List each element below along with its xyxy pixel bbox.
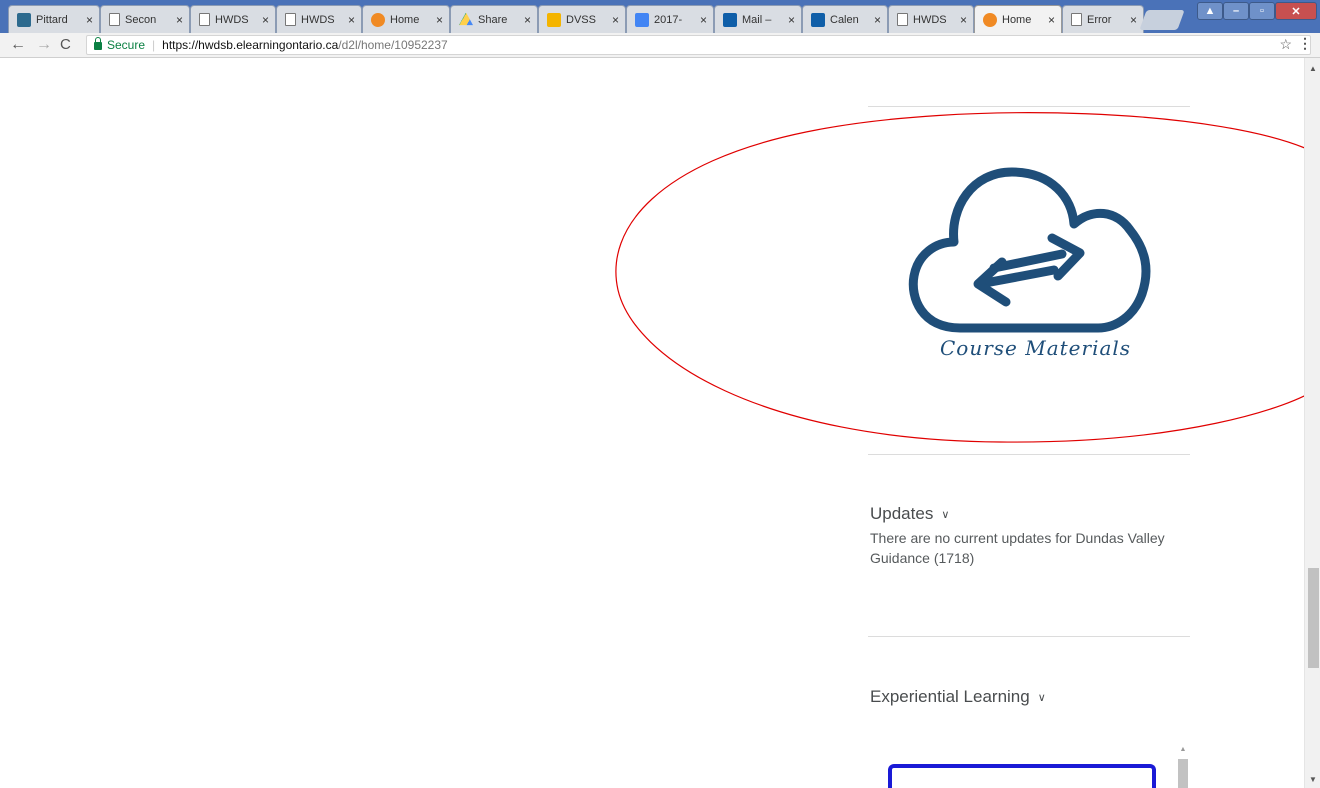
close-icon[interactable]: × — [262, 13, 269, 27]
outlook-icon — [811, 12, 825, 27]
drive-icon — [459, 12, 473, 26]
separator: | — [152, 38, 156, 52]
tab-label: Error — [1087, 13, 1112, 26]
tab-hwds-1[interactable]: HWDS × — [190, 5, 276, 33]
updates-title[interactable]: Updates ∨ — [870, 504, 949, 524]
page-icon — [285, 13, 296, 26]
tab-label: Share — [478, 13, 508, 26]
tab-calendar[interactable]: Calen × — [802, 5, 888, 33]
tab-home-1[interactable]: Home × — [362, 5, 450, 33]
tab-label: HWDS — [913, 13, 947, 26]
tab-label: Mail – — [742, 13, 772, 26]
url-host: https://hwdsb.elearningontario.ca — [162, 38, 339, 52]
page-icon — [897, 13, 908, 26]
tab-label: DVSS — [566, 13, 596, 26]
close-icon[interactable]: × — [1048, 13, 1055, 27]
pinterest-icon — [17, 12, 31, 27]
slides-icon — [547, 12, 561, 27]
tab-label: Home — [1002, 14, 1032, 26]
new-tab-button[interactable] — [1139, 10, 1185, 30]
brightspace-icon — [983, 13, 997, 27]
tab-second[interactable]: Secon × — [100, 5, 190, 33]
close-icon[interactable]: × — [960, 13, 967, 27]
divider — [868, 106, 1190, 107]
tab-mail[interactable]: Mail – × — [714, 5, 802, 33]
scrollbar-thumb[interactable] — [1178, 759, 1188, 788]
tab-hwds-2[interactable]: HWDS × — [276, 5, 362, 33]
bookmark-star-icon[interactable]: ☆ — [1279, 36, 1292, 53]
tab-label: 2017- — [654, 13, 683, 26]
minimize-button[interactable]: – — [1223, 2, 1249, 20]
close-icon[interactable]: × — [436, 13, 443, 27]
tab-strip: Pittard × Secon × HWDS × HWDS × Home × S… — [0, 0, 1320, 34]
menu-icon[interactable]: ⋮ — [1298, 35, 1312, 52]
tab-2017[interactable]: 2017- × — [626, 5, 714, 33]
close-icon[interactable]: × — [176, 13, 183, 27]
close-window-button[interactable]: ✕ — [1275, 2, 1317, 20]
updates-title-text: Updates — [870, 504, 934, 523]
tab-list: Pittard × Secon × HWDS × HWDS × Home × S… — [0, 2, 1320, 34]
course-materials-label[interactable]: Course Materials — [940, 336, 1131, 360]
browser-toolbar: ← → C Secure | https://hwdsb.elearningon… — [0, 33, 1320, 58]
tab-label: Secon — [125, 13, 157, 26]
tab-label: HWDS — [301, 13, 335, 26]
scroll-down-icon[interactable]: ▼ — [1309, 775, 1317, 784]
tab-error[interactable]: Error × — [1062, 5, 1144, 33]
secure-label: Secure — [107, 38, 146, 52]
page-content: Course Materials Updates ∨ There are no … — [0, 58, 1304, 788]
close-icon[interactable]: × — [1130, 13, 1137, 27]
maximize-button[interactable]: ▫ — [1249, 2, 1275, 20]
experiential-learning-frame[interactable] — [888, 764, 1156, 788]
lock-icon — [94, 37, 102, 50]
close-icon[interactable]: × — [348, 13, 355, 27]
close-icon[interactable]: × — [524, 13, 531, 27]
tab-hwds-3[interactable]: HWDS × — [888, 5, 974, 33]
back-button[interactable]: ← — [10, 36, 26, 54]
tab-dvss[interactable]: DVSS × — [538, 5, 626, 33]
scroll-up-icon[interactable]: ▲ — [1176, 746, 1190, 753]
tab-pittard[interactable]: Pittard × — [8, 5, 100, 33]
inner-scrollbar[interactable]: ▲ — [1176, 746, 1190, 788]
tab-label: HWDS — [215, 13, 249, 26]
close-icon[interactable]: × — [612, 13, 619, 27]
updates-message: There are no current updates for Dundas … — [870, 530, 1165, 566]
tab-shared[interactable]: Share × — [450, 5, 538, 33]
tab-label: Home — [390, 13, 420, 26]
forward-button[interactable]: → — [36, 36, 52, 54]
reload-button[interactable]: C — [60, 36, 71, 54]
user-icon[interactable]: ▲ — [1197, 2, 1223, 20]
page-scrollbar[interactable]: ▲ ▼ — [1304, 58, 1320, 788]
address-bar[interactable]: Secure | https://hwdsb.elearningontario.… — [86, 35, 1311, 55]
cloud-icon — [908, 167, 1151, 333]
scrollbar-thumb[interactable] — [1308, 568, 1319, 668]
chevron-down-icon[interactable]: ∨ — [1038, 691, 1046, 704]
close-icon[interactable]: × — [874, 13, 881, 27]
url-path: /d2l/home/10952237 — [338, 38, 448, 52]
docs-icon — [635, 12, 649, 27]
outlook-icon — [723, 12, 737, 27]
close-icon[interactable]: × — [700, 13, 707, 27]
close-icon[interactable]: × — [86, 13, 93, 27]
close-icon[interactable]: × — [788, 13, 795, 27]
chevron-down-icon[interactable]: ∨ — [941, 508, 949, 521]
tab-label: Calen — [830, 13, 859, 26]
scroll-up-icon[interactable]: ▲ — [1309, 64, 1317, 73]
tab-label: Pittard — [36, 13, 68, 26]
brightspace-icon — [371, 12, 385, 27]
page-icon — [109, 13, 120, 26]
tab-home-active[interactable]: Home × — [974, 5, 1062, 34]
page-icon — [199, 13, 210, 26]
divider — [868, 636, 1190, 637]
experiential-learning-title[interactable]: Experiential Learning ∨ — [870, 687, 1046, 707]
experiential-learning-title-text: Experiential Learning — [870, 687, 1030, 706]
page-icon — [1071, 13, 1082, 26]
divider — [868, 454, 1190, 455]
